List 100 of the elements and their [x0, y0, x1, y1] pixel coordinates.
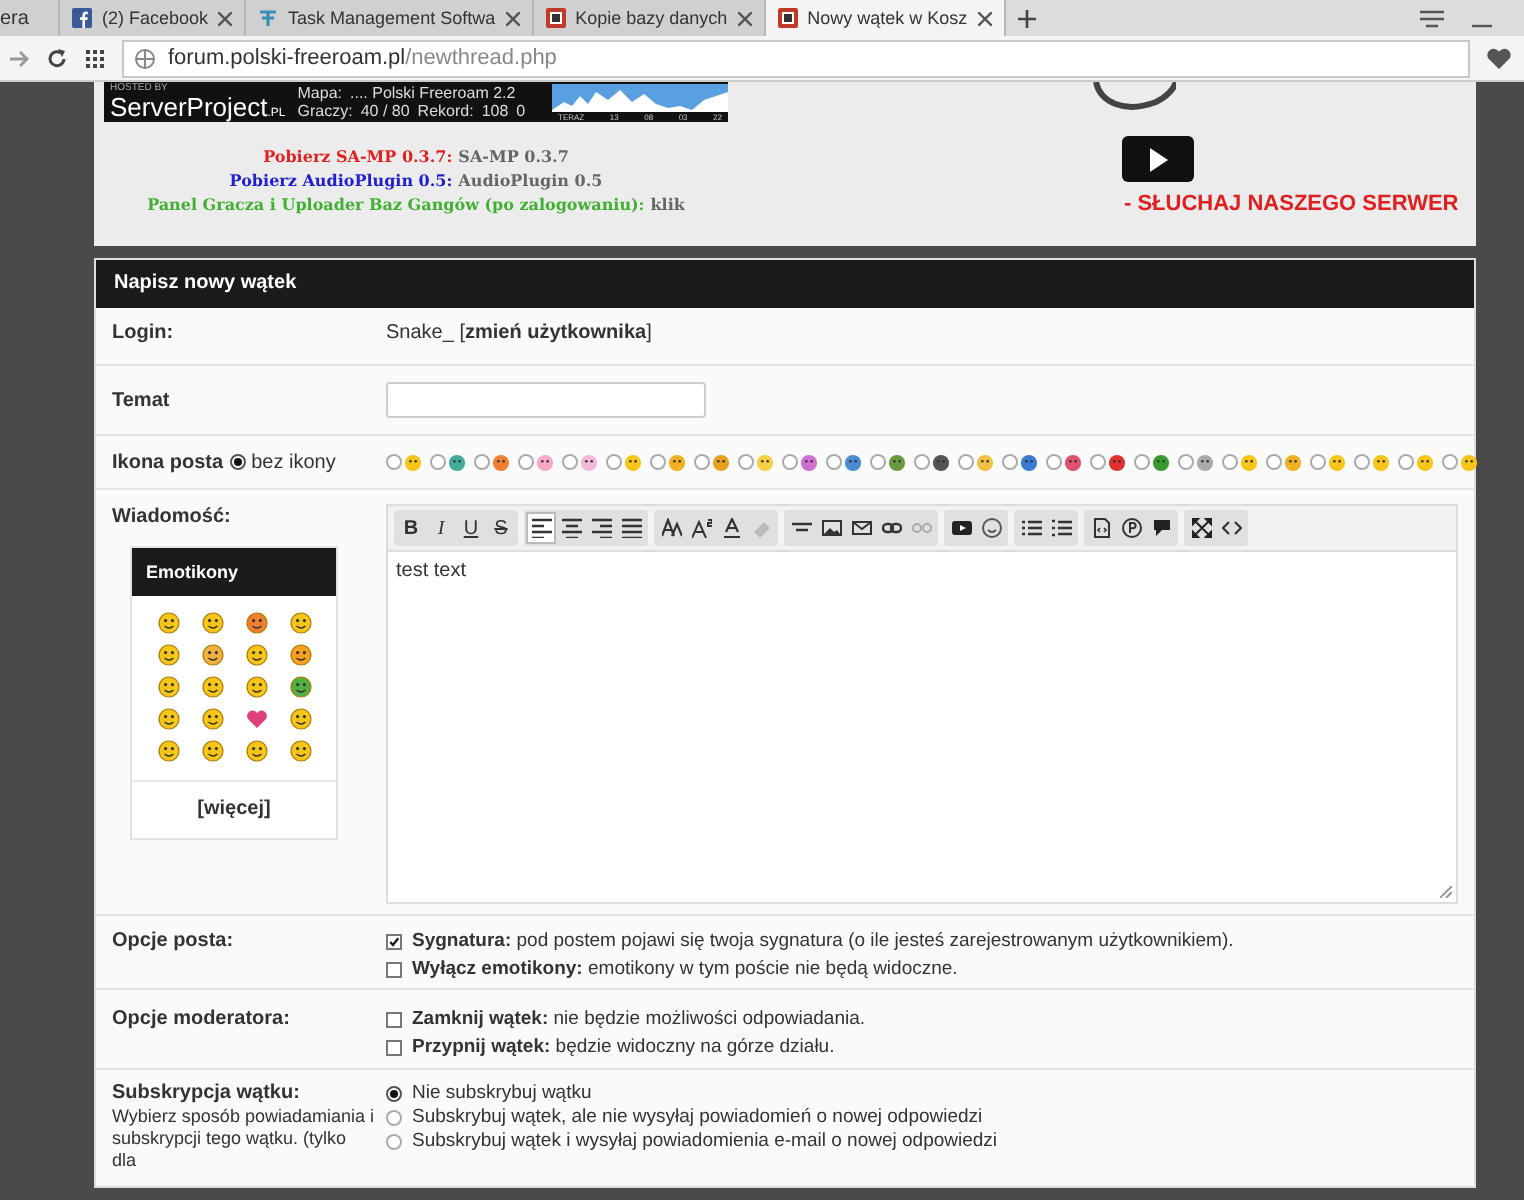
radio-button[interactable] — [1222, 454, 1238, 470]
emoticon-icon[interactable] — [157, 708, 179, 730]
link-value: SA-MP 0.3.7 — [458, 144, 569, 168]
radio-button[interactable] — [914, 454, 930, 470]
php-button[interactable] — [1116, 512, 1146, 544]
post-icon — [1416, 453, 1434, 471]
close-icon[interactable] — [977, 11, 992, 25]
post-icon — [404, 453, 422, 471]
email-icon — [851, 518, 871, 538]
maximize-button[interactable] — [1186, 512, 1216, 544]
radio-button[interactable] — [386, 454, 402, 470]
emoticon-icon[interactable] — [157, 612, 179, 634]
radio-button[interactable] — [430, 454, 446, 470]
emoticon-icon[interactable] — [289, 676, 311, 698]
emoticon-icon[interactable] — [201, 612, 223, 634]
field-label: Opcje moderatora: — [112, 1008, 292, 1034]
align-left-button[interactable] — [526, 512, 556, 544]
radio-button[interactable] — [1134, 454, 1150, 470]
post-icon — [844, 453, 862, 471]
emoticon-icon[interactable] — [201, 644, 223, 666]
radio-button[interactable] — [606, 454, 622, 470]
emoticon-icon[interactable] — [289, 612, 311, 634]
radio-button[interactable] — [518, 454, 534, 470]
radio-button[interactable] — [1310, 454, 1326, 470]
radio-button[interactable] — [1266, 454, 1282, 470]
browser-tab[interactable]: Task Management Softwa — [246, 0, 534, 36]
emoticon-icon[interactable] — [157, 676, 179, 698]
radio-button[interactable] — [782, 454, 798, 470]
radio-button[interactable] — [1090, 454, 1106, 470]
field-label: Opcje posta: — [112, 930, 236, 956]
field-label: Login: — [112, 321, 176, 343]
emoticon-icon[interactable] — [245, 740, 267, 762]
browser-tab[interactable]: Kopie bazy danych — [533, 0, 766, 36]
radio-button[interactable] — [474, 454, 490, 470]
browser-tab[interactable]: (2) Facebook — [60, 0, 247, 36]
emoticon-icon[interactable] — [201, 676, 223, 698]
smiley-button[interactable] — [976, 512, 1006, 544]
checkmark-icon — [388, 933, 400, 949]
browser-tab[interactable]: Nowy wątek w Kosz — [765, 0, 1006, 36]
emoticon-icon[interactable] — [289, 740, 311, 762]
resize-grip-icon[interactable] — [1440, 886, 1452, 898]
radio-button[interactable] — [958, 454, 974, 470]
radio-button[interactable] — [738, 454, 754, 470]
radio-button[interactable] — [1398, 454, 1414, 470]
italic-button[interactable]: I — [426, 512, 456, 544]
justify-icon — [621, 518, 641, 538]
radio-button[interactable] — [229, 454, 246, 470]
address-field[interactable]: forum.polski-freeroam.pl/newthread.php — [122, 39, 1470, 77]
strike-button[interactable]: S — [486, 512, 516, 544]
close-icon[interactable] — [737, 11, 752, 25]
numbers-icon — [1051, 518, 1071, 538]
grid-icon[interactable] — [84, 47, 106, 69]
message-editor[interactable]: B I U S test text — [386, 504, 1458, 904]
radio-button[interactable] — [870, 454, 886, 470]
radio-button[interactable] — [1002, 454, 1018, 470]
emoticons-title: Emotikony — [132, 548, 336, 596]
browser-tab[interactable]: era — [0, 0, 60, 36]
emoticon-icon[interactable] — [245, 644, 267, 666]
checkbox[interactable] — [386, 933, 402, 949]
font-icon — [661, 518, 681, 538]
emoticon-icon[interactable] — [245, 676, 267, 698]
reload-icon[interactable] — [46, 47, 68, 69]
tab-menu-icon[interactable] — [1420, 10, 1444, 28]
smiley-icon — [981, 518, 1001, 538]
heart-icon[interactable] — [1486, 47, 1512, 69]
subject-field[interactable] — [386, 382, 706, 418]
video-play-button[interactable] — [1122, 136, 1194, 182]
checkbox[interactable] — [386, 1039, 402, 1055]
download-link[interactable]: Pobierz SA-MP 0.3.7: — [263, 144, 453, 168]
radio-button[interactable] — [1178, 454, 1194, 470]
download-link[interactable]: Pobierz AudioPlugin 0.5: — [229, 168, 453, 192]
listen-banner-text: - SŁUCHAJ NASZEGO SERWER — [1124, 192, 1459, 216]
more-emoticons-link[interactable]: [więcej] — [132, 782, 336, 838]
emoticon-icon[interactable] — [201, 740, 223, 762]
checkbox[interactable] — [386, 1011, 402, 1027]
color-icon — [721, 518, 741, 538]
radio-button[interactable] — [386, 1110, 402, 1126]
radio-button[interactable] — [562, 454, 578, 470]
radio-button[interactable] — [386, 1086, 402, 1102]
emoticon-icon[interactable] — [201, 708, 223, 730]
radio-button[interactable] — [1046, 454, 1062, 470]
radio-button[interactable] — [826, 454, 842, 470]
close-icon[interactable] — [218, 11, 233, 25]
emoticon-icon[interactable] — [157, 644, 179, 666]
radio-button[interactable] — [1354, 454, 1370, 470]
forward-icon[interactable] — [8, 47, 30, 69]
close-icon[interactable] — [505, 11, 520, 25]
radio-button[interactable] — [1442, 454, 1458, 470]
radio-button[interactable] — [650, 454, 666, 470]
radio-button[interactable] — [386, 1134, 402, 1150]
radio-button[interactable] — [694, 454, 710, 470]
bold-button[interactable]: B — [396, 512, 426, 544]
emoticon-icon[interactable] — [245, 612, 267, 634]
emoticon-icon[interactable] — [289, 644, 311, 666]
emoticon-icon[interactable] — [157, 740, 179, 762]
new-tab-icon[interactable] — [1017, 10, 1036, 28]
checkbox[interactable] — [386, 961, 402, 977]
emoticon-icon[interactable] — [289, 708, 311, 730]
underline-button[interactable]: U — [456, 512, 486, 544]
option-text: Zamknij wątek: nie będzie możliwości odpowiadania. — [412, 1008, 866, 1030]
